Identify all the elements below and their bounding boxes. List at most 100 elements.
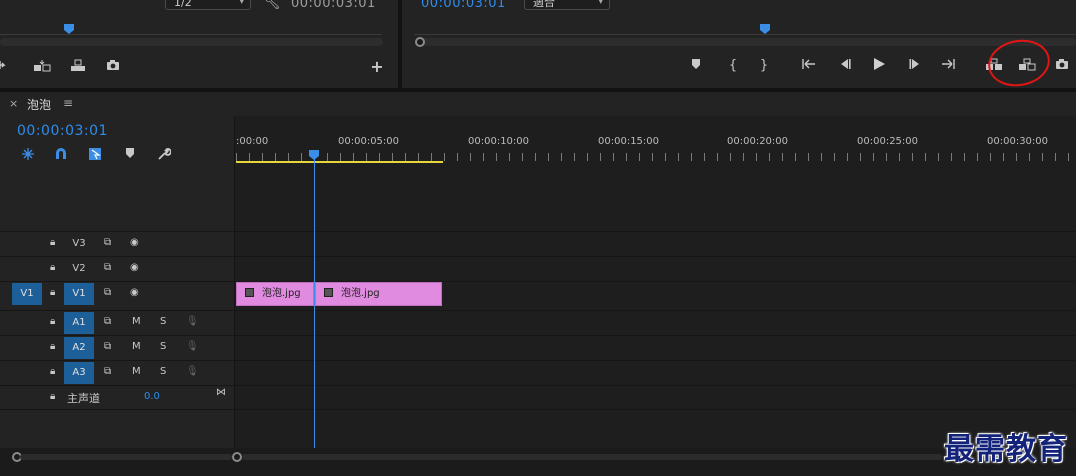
timeline-scroll-knob[interactable] xyxy=(232,452,242,462)
snap-magnet-icon[interactable] xyxy=(51,147,71,163)
track-label-a3[interactable]: A3 xyxy=(64,362,94,384)
track-label-v1[interactable]: V1 xyxy=(64,283,94,305)
lock-icon[interactable]: 🔒︎ xyxy=(50,366,55,377)
ruler-label: 00:00:15:00 xyxy=(598,136,660,147)
eye-icon[interactable]: ◉ xyxy=(130,237,139,248)
program-monitor: 00:00:03:01 適合 ▾ { } xyxy=(402,0,1076,88)
step-back-icon[interactable] xyxy=(835,58,855,74)
timeline-current-timecode[interactable]: 00:00:03:01 xyxy=(17,123,108,139)
clip-name: 泡泡.jpg xyxy=(341,288,380,299)
mute-button[interactable]: M xyxy=(132,366,141,377)
overwrite-icon[interactable] xyxy=(68,59,88,75)
step-forward-icon[interactable] xyxy=(905,58,925,74)
source-tick-line xyxy=(0,34,382,35)
wrench-icon[interactable]: 🔧︎ xyxy=(262,0,282,12)
mark-out-icon[interactable]: } xyxy=(754,58,774,74)
ruler-ticks[interactable] xyxy=(236,153,1076,161)
solo-button[interactable]: S xyxy=(160,366,166,377)
add-marker-icon[interactable] xyxy=(686,58,706,74)
lock-icon[interactable]: 🔒︎ xyxy=(50,316,55,327)
master-track-label: 主声道 xyxy=(67,392,100,405)
chevron-down-icon: ▾ xyxy=(239,0,244,7)
nest-toggle-icon[interactable] xyxy=(18,147,38,163)
play-icon[interactable] xyxy=(869,57,889,73)
timeline-tab-bar: × 泡泡 ≡ xyxy=(0,92,1076,116)
chevron-down-icon: ▾ xyxy=(598,0,603,7)
microphone-icon[interactable]: 🎙︎ xyxy=(186,341,199,352)
work-area-bar[interactable] xyxy=(236,161,443,163)
toggle-sync-icon[interactable]: ⧉ xyxy=(104,316,111,327)
program-scrub-start-knob[interactable] xyxy=(415,37,425,47)
sequence-tab-title[interactable]: 泡泡 xyxy=(27,96,51,113)
go-to-out-icon[interactable] xyxy=(938,58,958,74)
clip[interactable]: 泡泡.jpg xyxy=(315,282,442,306)
program-timecode[interactable]: 00:00:03:01 xyxy=(421,0,506,11)
ruler-label: :00:00 xyxy=(236,136,269,147)
lock-icon[interactable]: 🔒︎ xyxy=(50,237,55,248)
source-zoom-value: 1/2 xyxy=(174,0,192,9)
ruler-label: 00:00:05:00 xyxy=(338,136,400,147)
panel-menu-icon[interactable]: ≡ xyxy=(63,96,73,110)
track-row-a1: 🔒︎ A1 ⧉ M S 🎙︎ xyxy=(0,310,1076,335)
export-frame-camera-icon[interactable] xyxy=(1052,58,1072,74)
solo-button[interactable]: S xyxy=(160,316,166,327)
toggle-sync-icon[interactable]: ⧉ xyxy=(104,366,111,377)
toggle-sync-icon[interactable]: ⧉ xyxy=(104,287,111,298)
ruler-label: 00:00:25:00 xyxy=(857,136,919,147)
eye-icon[interactable]: ◉ xyxy=(130,287,139,298)
program-fit-dropdown[interactable]: 適合 ▾ xyxy=(524,0,610,10)
microphone-icon[interactable]: 🎙︎ xyxy=(186,366,199,377)
fx-badge-icon xyxy=(324,288,333,297)
toggle-sync-icon[interactable]: ⧉ xyxy=(104,341,111,352)
track-label-a1[interactable]: A1 xyxy=(64,312,94,334)
track-row-master: 🔒︎ 主声道 0.0 ⋈ xyxy=(0,385,1076,410)
ruler-label: 00:00:20:00 xyxy=(727,136,789,147)
add-button-icon[interactable]: + xyxy=(367,59,387,75)
lock-icon[interactable]: 🔒︎ xyxy=(50,341,55,352)
track-header-hscroll[interactable] xyxy=(20,454,232,460)
lock-icon[interactable]: 🔒︎ xyxy=(50,391,55,402)
clip-name: 泡泡.jpg xyxy=(262,288,301,299)
lock-icon[interactable]: 🔒︎ xyxy=(50,262,55,273)
track-label-v3[interactable]: V3 xyxy=(64,233,94,255)
bottom-scroll-bar xyxy=(0,448,1076,476)
source-playhead[interactable] xyxy=(64,24,74,34)
extract-bracket-icon[interactable] xyxy=(0,59,14,75)
insert-icon[interactable] xyxy=(32,59,52,75)
source-zoom-dropdown[interactable]: 1/2 ▾ xyxy=(165,0,251,10)
add-marker-icon[interactable] xyxy=(120,147,140,163)
timeline-playhead-line[interactable] xyxy=(314,158,315,450)
mute-button[interactable]: M xyxy=(132,316,141,327)
solo-button[interactable]: S xyxy=(160,341,166,352)
track-label-a2[interactable]: A2 xyxy=(64,337,94,359)
linked-selection-icon[interactable] xyxy=(85,147,105,163)
track-row-a2: 🔒︎ A2 ⧉ M S 🎙︎ xyxy=(0,335,1076,360)
source-monitor: 1/2 ▾ 🔧︎ 00:00:03:01 + xyxy=(0,0,398,88)
source-timecode: 00:00:03:01 xyxy=(291,0,376,11)
mute-button[interactable]: M xyxy=(132,341,141,352)
camera-icon[interactable] xyxy=(103,59,123,75)
fx-badge-icon xyxy=(245,288,254,297)
program-scrub-bar[interactable] xyxy=(420,38,1076,46)
program-playhead[interactable] xyxy=(760,24,770,34)
microphone-icon[interactable]: 🎙︎ xyxy=(186,316,199,327)
timeline-hscroll[interactable] xyxy=(242,454,942,460)
track-row-v1: V1 🔒︎ V1 ⧉ ◉ 泡泡.jpg 泡泡.jpg xyxy=(0,281,1076,306)
track-row-v2: 🔒︎ V2 ⧉ ◉ xyxy=(0,256,1076,281)
toggle-sync-icon[interactable]: ⧉ xyxy=(104,237,111,248)
source-scrub-bar[interactable] xyxy=(0,38,383,46)
ruler-label: 00:00:30:00 xyxy=(987,136,1049,147)
source-patch-v1[interactable]: V1 xyxy=(12,283,42,305)
toggle-sync-icon[interactable]: ⧉ xyxy=(104,262,111,273)
eye-icon[interactable]: ◉ xyxy=(130,262,139,273)
timeline-settings-wrench-icon[interactable] xyxy=(154,147,174,163)
go-to-end-icon[interactable]: ⋈ xyxy=(216,387,226,398)
clip[interactable]: 泡泡.jpg xyxy=(236,282,314,306)
go-to-in-icon[interactable] xyxy=(799,58,819,74)
ruler-label: 00:00:10:00 xyxy=(468,136,530,147)
track-label-v2[interactable]: V2 xyxy=(64,258,94,280)
lock-icon[interactable]: 🔒︎ xyxy=(50,287,55,298)
master-volume-value[interactable]: 0.0 xyxy=(144,391,160,402)
mark-in-icon[interactable]: { xyxy=(723,58,743,74)
close-tab-icon[interactable]: × xyxy=(9,97,18,110)
